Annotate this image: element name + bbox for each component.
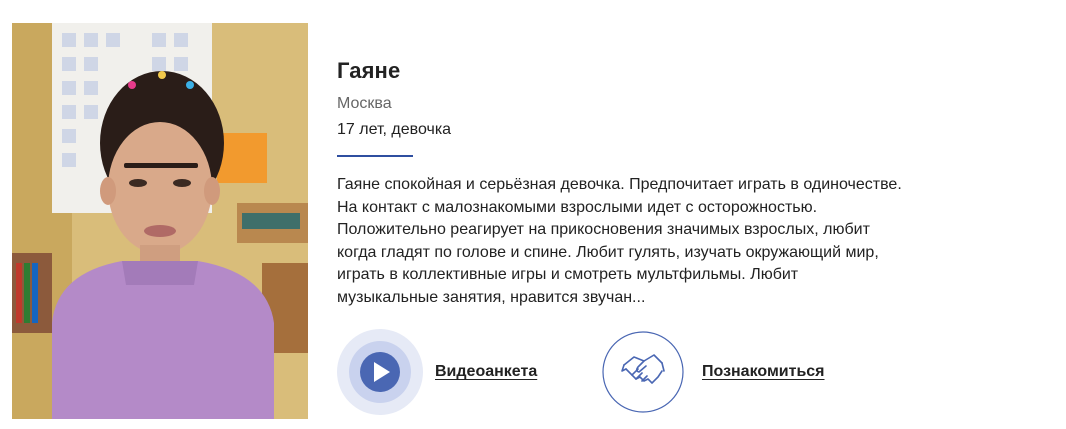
child-card: Гаяне Москва 17 лет, девочка Гаяне споко… — [0, 0, 1066, 429]
play-icon[interactable] — [337, 329, 423, 415]
video-profile-label[interactable]: Видеоанкета — [435, 363, 537, 381]
handshake-icon[interactable] — [602, 331, 684, 413]
description-line: когда гладят по голове и спине. Любит гу… — [337, 243, 879, 261]
description-line: Гаяне спокойная и серьёзная девочка. Пре… — [337, 176, 902, 193]
description-line: музыкальные занятия, нравится звучан... — [337, 288, 646, 306]
meet-button[interactable]: Познакомиться — [602, 329, 825, 415]
child-city: Москва — [337, 95, 392, 112]
child-description: Гаяне спокойная и серьёзная девочка. Пре… — [337, 174, 1027, 309]
meet-label[interactable]: Познакомиться — [702, 363, 825, 381]
child-name: Гаяне — [337, 58, 401, 83]
video-profile-button[interactable]: Видеоанкета — [337, 329, 537, 415]
child-photo-image — [12, 23, 308, 419]
description-line: играть в коллективные игры и смотреть му… — [337, 266, 799, 283]
child-photo[interactable] — [12, 23, 308, 419]
child-age-gender: 17 лет, девочка — [337, 121, 452, 138]
divider — [337, 155, 413, 157]
description-line: На контакт с малознакомыми взрослыми иде… — [337, 198, 818, 216]
description-line: Положительно реагирует на прикосновения … — [337, 221, 870, 238]
